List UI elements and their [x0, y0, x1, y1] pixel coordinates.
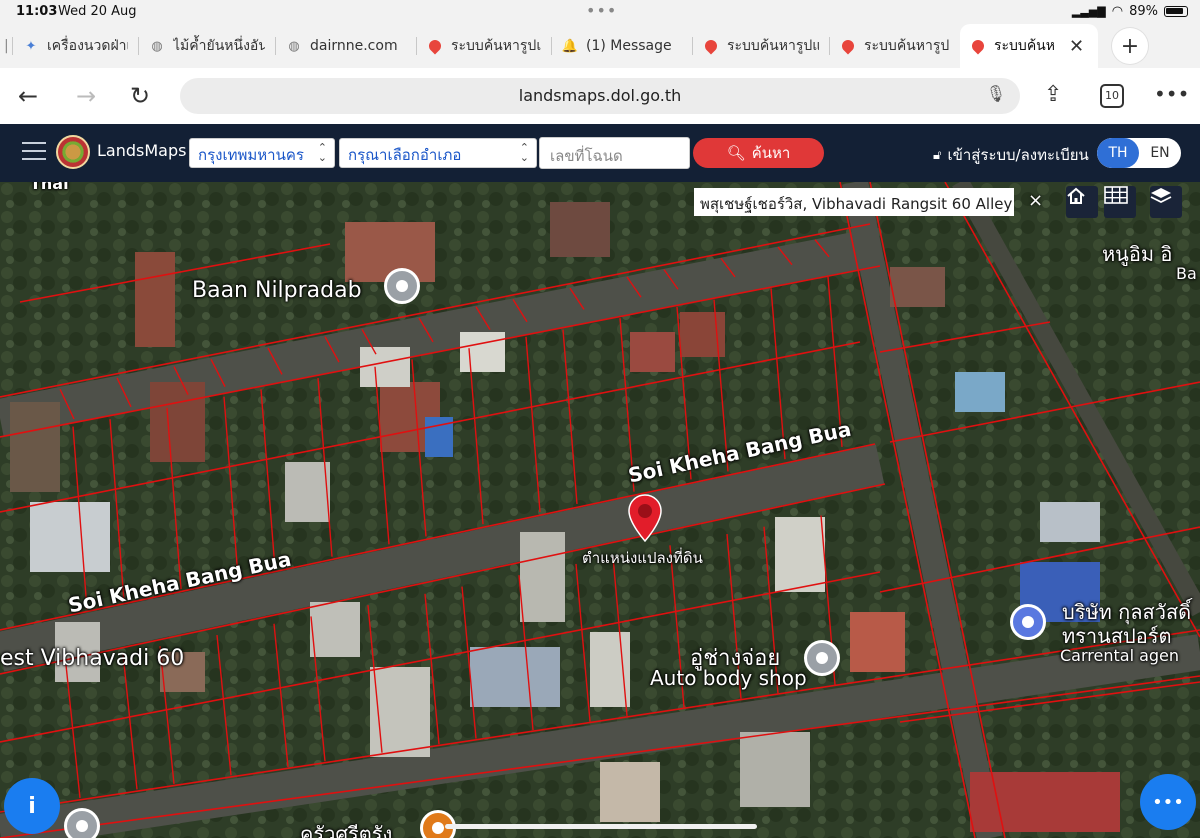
map-search-result[interactable]: พสุเชษฐ์เชอร์วิส, Vibhavadi Rangsit 60 A…	[694, 188, 1014, 216]
department-logo	[56, 135, 90, 169]
map-pin-icon	[702, 37, 720, 55]
tab-bar: | ✦ เครื่องนวดฝ่าเท้ ◍ ไม้ค้ำยันหนึ่งอัน…	[0, 24, 1200, 68]
bell-icon: 🔔	[561, 38, 579, 54]
map-label-ba: Ba	[1176, 264, 1197, 283]
more-fab-button[interactable]: •••	[1140, 774, 1196, 830]
new-tab-button[interactable]: +	[1112, 28, 1148, 64]
search-button-label: ค้นหา	[751, 144, 791, 162]
layers-icon[interactable]	[1150, 186, 1182, 218]
poi-marker[interactable]	[804, 640, 840, 676]
app-favicon-icon: ✦	[25, 38, 37, 54]
lock-icon: 🔓︎	[933, 147, 942, 163]
tab-dairnne[interactable]: ◍ dairnne.com	[276, 24, 416, 68]
tab-label: เครื่องนวดฝ่าเท้	[47, 38, 128, 54]
tab-landsmaps-3[interactable]: ระบบค้นหารูปแ	[830, 24, 960, 68]
status-time: 11:03	[16, 4, 58, 19]
poi-marker[interactable]	[64, 808, 100, 838]
home-indicator[interactable]	[445, 824, 757, 829]
hamburger-menu-icon[interactable]	[22, 142, 46, 162]
map-label-carrental: Carrental agen	[1060, 646, 1180, 665]
tab-label: ระบบค้นห	[994, 38, 1055, 54]
status-indicators: ▂▃▅▇ ◠ 89%	[1072, 4, 1188, 19]
multitask-dots-icon[interactable]: •••	[586, 1, 617, 20]
parcel-location-label: ตำแหน่งแปลงที่ดิน	[582, 549, 703, 567]
tab-overflow-icon[interactable]: |	[0, 38, 12, 54]
globe-icon: ◍	[288, 38, 300, 54]
poi-marker[interactable]	[384, 268, 420, 304]
wifi-icon: ◠	[1111, 4, 1124, 19]
back-icon[interactable]: ←	[18, 82, 38, 110]
district-select[interactable]: กรุณาเลือกอำเภอ ⌃ ⌄	[339, 138, 537, 168]
grid-icon[interactable]	[1104, 186, 1136, 218]
forward-icon[interactable]: →	[76, 82, 96, 110]
battery-icon	[1164, 6, 1188, 17]
login-link[interactable]: 🔓︎ เข้าสู่ระบบ/ลงทะเบียน	[933, 143, 1089, 167]
browser-nav-bar: ← → ↻ landsmaps.dol.go.th 🎙 ⇪ 10 •••	[0, 68, 1200, 124]
status-bar: 11:03 Wed 20 Aug ••• ▂▃▅▇ ◠ 89%	[0, 0, 1200, 24]
more-dots-icon: •••	[1152, 791, 1184, 813]
tab-label: ระบบค้นหารูปแ	[727, 38, 819, 54]
reload-icon[interactable]: ↻	[130, 82, 150, 110]
login-label: เข้าสู่ระบบ/ลงทะเบียน	[947, 146, 1089, 164]
chevron-updown-icon: ⌃ ⌄	[519, 141, 529, 164]
home-icon[interactable]	[1066, 186, 1098, 218]
province-select-value: กรุงเทพมหานคร	[198, 146, 304, 164]
status-date: Wed 20 Aug	[58, 4, 137, 19]
tab-landsmaps-2[interactable]: ระบบค้นหารูปแ	[693, 24, 829, 68]
tab-overview-button[interactable]: 10	[1100, 84, 1124, 108]
tab-label: ระบบค้นหารูปแ	[864, 38, 950, 54]
satellite-map[interactable]: Thai Baan Nilpradab Soi Kheha Bang Bua S…	[0, 182, 1200, 838]
car-rental-marker[interactable]	[1010, 604, 1046, 640]
map-label-vibhavadi: est Vibhavadi 60	[0, 646, 185, 671]
district-select-value: กรุณาเลือกอำเภอ	[348, 146, 462, 164]
map-label-thai: Thai	[30, 182, 69, 193]
tab-massager[interactable]: ✦ เครื่องนวดฝ่าเท้	[13, 24, 138, 68]
lang-en-button[interactable]: EN	[1139, 138, 1181, 168]
landsmaps-header: LandsMaps กรุงเทพมหานคร ⌃ ⌄ กรุณาเลือกอำเ…	[0, 124, 1200, 182]
share-icon[interactable]: ⇪	[1044, 82, 1062, 107]
battery-percent: 89%	[1129, 4, 1158, 19]
globe-icon: ◍	[151, 38, 163, 54]
tab-landsmaps-active[interactable]: ระบบค้นห ✕	[960, 24, 1098, 68]
map-pin-icon	[969, 37, 987, 55]
tab-label: ระบบค้นหารูปแ	[451, 38, 541, 54]
deed-number-input[interactable]: เลขที่โฉนด	[539, 137, 690, 169]
close-search-icon[interactable]: ×	[1028, 190, 1043, 211]
brand-name: LandsMaps	[97, 141, 187, 160]
tab-support-stick[interactable]: ◍ ไม้ค้ำยันหนึ่งอัน	[139, 24, 275, 68]
url-text: landsmaps.dol.go.th	[518, 86, 682, 105]
tab-label: ไม้ค้ำยันหนึ่งอัน	[173, 38, 265, 54]
info-fab-button[interactable]: i	[4, 778, 60, 834]
map-label-nu-im: หนูอิม อิ	[1102, 242, 1173, 266]
search-button[interactable]: 🔍︎ ค้นหา	[693, 138, 824, 168]
province-select[interactable]: กรุงเทพมหานคร ⌃ ⌄	[189, 138, 335, 168]
chevron-updown-icon: ⌃ ⌄	[317, 141, 327, 164]
map-imagery	[0, 182, 1200, 838]
tab-landsmaps-1[interactable]: ระบบค้นหารูปแ	[417, 24, 551, 68]
tab-label: (1) Message	[586, 38, 672, 54]
tab-label: dairnne.com	[310, 38, 398, 54]
close-tab-icon[interactable]: ✕	[1069, 36, 1084, 57]
lang-th-button[interactable]: TH	[1097, 138, 1139, 168]
map-pin-icon	[426, 37, 444, 55]
info-icon: i	[28, 793, 36, 819]
map-label-baan-nilpradab: Baan Nilpradab	[192, 278, 362, 303]
language-toggle: TH EN	[1097, 138, 1181, 168]
map-pin-icon	[839, 37, 857, 55]
tab-messages[interactable]: 🔔 (1) Message	[552, 24, 692, 68]
parcel-location-pin-icon[interactable]	[628, 494, 662, 542]
more-options-icon[interactable]: •••	[1154, 82, 1189, 106]
address-bar[interactable]: landsmaps.dol.go.th 🎙	[180, 78, 1020, 114]
map-label-bottom-place: ครัวศรีตรัง	[300, 822, 393, 838]
signal-icon: ▂▃▅▇	[1071, 5, 1106, 18]
search-icon: 🔍︎	[726, 144, 746, 162]
map-label-auto-body-shop: Auto body shop	[650, 666, 807, 690]
microphone-icon[interactable]: 🎙	[986, 84, 1006, 103]
